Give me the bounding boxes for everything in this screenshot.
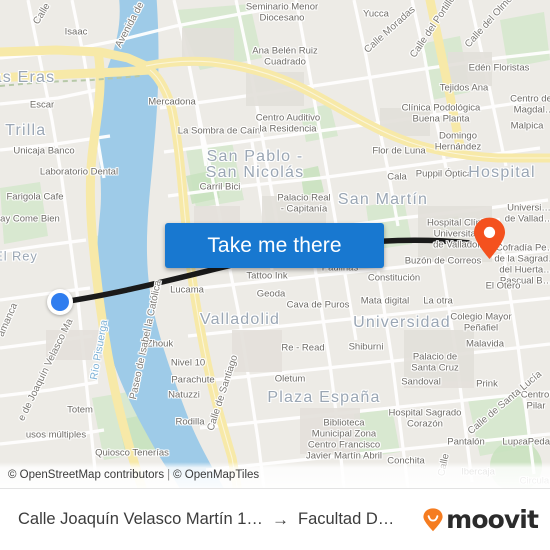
moovit-route-preview: Isaac Seminario Menor Diocesano Yucca Edén F… — [0, 0, 550, 550]
moovit-pin-icon — [423, 507, 443, 531]
take-me-there-label: Take me there — [207, 233, 342, 257]
attribution-osm[interactable]: © OpenStreetMap contributors — [8, 469, 164, 481]
destination-marker[interactable] — [473, 217, 506, 260]
take-me-there-button[interactable]: Take me there — [165, 223, 384, 268]
arrow-right-icon: → — [272, 510, 289, 529]
route-footer: Calle Joaquín Velasco Martín 1 Esq… → Fa… — [0, 488, 550, 550]
map-attribution: © OpenStreetMap contributors | © OpenMap… — [0, 462, 550, 488]
moovit-wordmark: moovit — [446, 505, 539, 534]
attribution-separator: | — [167, 469, 171, 481]
route-destination-label[interactable]: Facultad De… — [298, 510, 403, 529]
attribution-omt[interactable]: © OpenMapTiles — [173, 469, 259, 481]
route-origin-label[interactable]: Calle Joaquín Velasco Martín 1 Esq… — [18, 510, 263, 529]
map-pin-icon — [474, 217, 505, 259]
origin-marker[interactable] — [47, 289, 73, 315]
moovit-logo[interactable]: moovit — [421, 505, 539, 534]
map-canvas[interactable]: Isaac Seminario Menor Diocesano Yucca Edén F… — [0, 0, 550, 488]
